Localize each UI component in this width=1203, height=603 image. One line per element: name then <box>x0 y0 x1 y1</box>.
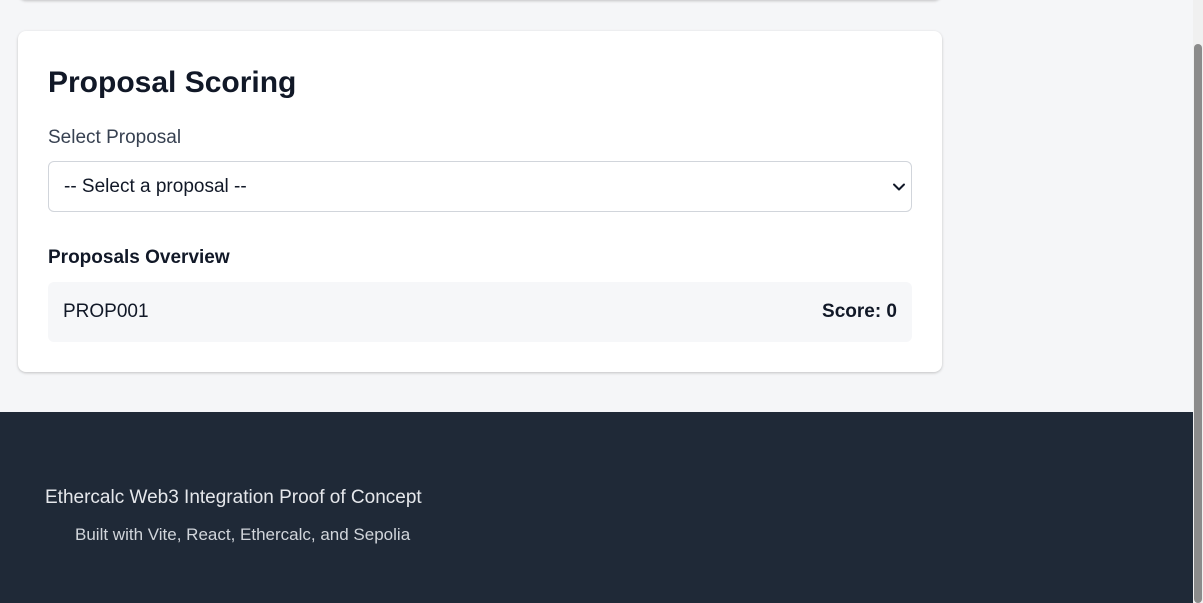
footer: Ethercalc Web3 Integration Proof of Conc… <box>0 412 1193 603</box>
proposal-scoring-card: Proposal Scoring Select Proposal -- Sele… <box>18 31 942 372</box>
card-title: Proposal Scoring <box>48 66 297 99</box>
list-item: PROP001 Score: 0 <box>48 282 912 342</box>
page: Proposal Scoring Select Proposal -- Sele… <box>0 0 1193 603</box>
footer-subtitle: Built with Vite, React, Ethercalc, and S… <box>75 525 411 544</box>
vertical-scrollbar[interactable] <box>1193 0 1203 603</box>
proposal-id: PROP001 <box>63 301 149 322</box>
chevron-down-icon <box>893 183 905 191</box>
proposal-select-value: -- Select a proposal -- <box>64 176 247 197</box>
select-proposal-label: Select Proposal <box>48 127 182 148</box>
proposals-overview-title: Proposals Overview <box>48 247 230 268</box>
proposal-score: Score: 0 <box>822 301 897 322</box>
proposal-select[interactable]: -- Select a proposal -- <box>48 161 912 212</box>
scrollbar-thumb[interactable] <box>1194 44 1202 603</box>
footer-title: Ethercalc Web3 Integration Proof of Conc… <box>45 487 422 508</box>
